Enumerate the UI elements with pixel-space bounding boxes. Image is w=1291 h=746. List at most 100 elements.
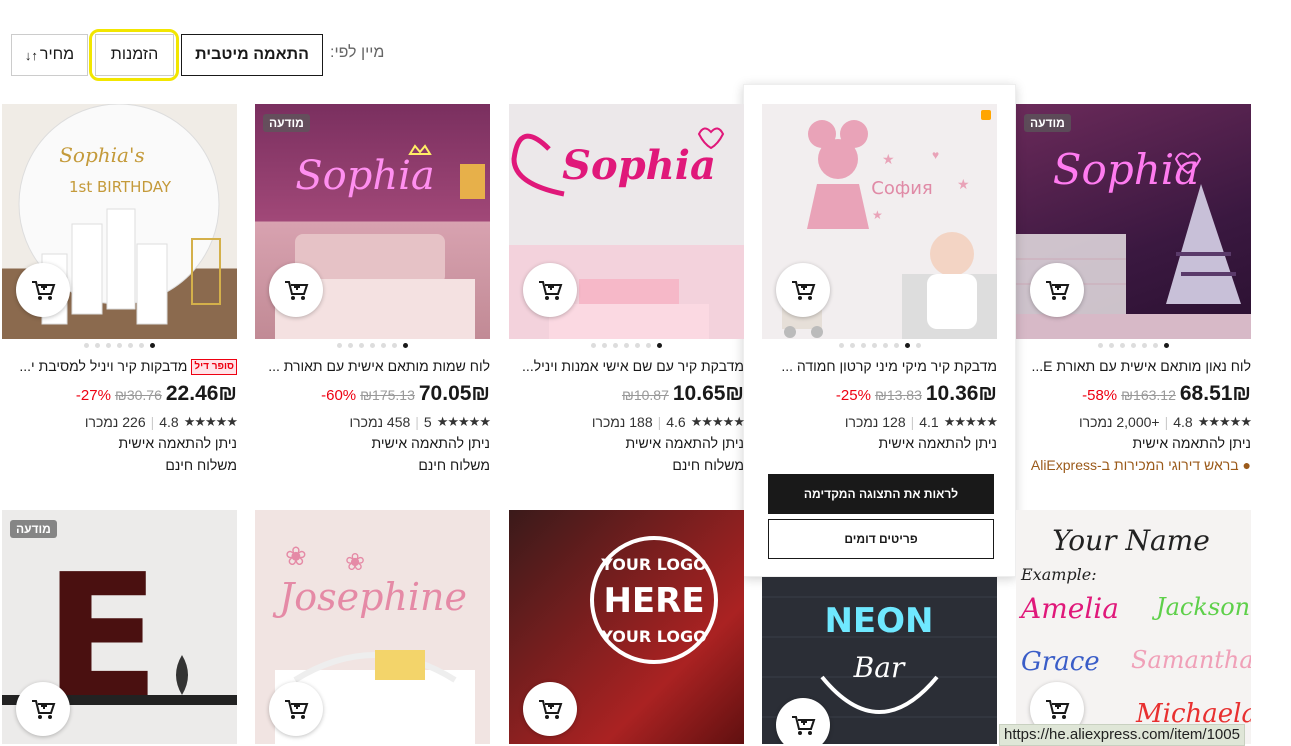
product-title[interactable]: מדבקת קיר עם שם אישי אמנות ויניל... (509, 356, 744, 376)
cart-plus-icon (539, 700, 563, 719)
cart-plus-icon (32, 281, 56, 300)
cart-plus-icon (285, 700, 309, 719)
product-image[interactable]: YOUR LOGO HERE YOUR LOGO (509, 510, 744, 744)
status-bar-url: https://he.aliexpress.com/item/1005 (999, 724, 1245, 746)
svg-text:Example:: Example: (1020, 565, 1097, 584)
product-image[interactable]: Sophia מודעה (1016, 104, 1251, 339)
product-image[interactable]: Sophia's 1st BIRTHDAY (2, 104, 237, 339)
cart-plus-icon (285, 281, 309, 300)
cart-plus-icon (792, 281, 816, 300)
svg-text:Sophia: Sophia (1053, 145, 1199, 194)
svg-text:Samantha: Samantha (1131, 646, 1251, 674)
product-price: 10.65₪ (672, 382, 744, 405)
product-image[interactable]: Josephine ❀ ❀ (255, 510, 490, 744)
sort-best-match-button[interactable]: התאמה מיטבית (181, 34, 323, 76)
ad-badge: מודעה (263, 114, 310, 132)
product-title[interactable]: לוח נאון מותאם אישית עם תאורת E... (1016, 356, 1251, 376)
cart-plus-icon (1046, 281, 1070, 300)
product-image[interactable]: E מודעה (2, 510, 237, 744)
sort-arrows-icon: ↑↓ (24, 47, 38, 63)
video-badge-icon (981, 110, 991, 120)
customizable-label: ניתן להתאמה אישית (878, 435, 997, 451)
flame-icon: ● (1242, 457, 1251, 473)
star-rating-icon: ★★★★★ (436, 414, 491, 429)
discount: 25%- (835, 387, 871, 404)
rating-value: 4.1 (919, 414, 939, 430)
svg-text:Bar: Bar (853, 651, 906, 684)
rating-value: 4.6 (666, 414, 686, 430)
cart-plus-icon (32, 700, 56, 719)
star-rating-icon: ★★★★★ (943, 414, 998, 429)
product-image[interactable]: Your Name Example: Amelia Jackson Grace … (1016, 510, 1251, 744)
svg-text:1st BIRTHDAY: 1st BIRTHDAY (69, 178, 172, 196)
add-to-cart-button[interactable] (523, 682, 577, 736)
customizable-label: ניתן להתאמה אישית (118, 435, 237, 451)
carousel-dots (509, 343, 744, 348)
add-to-cart-button[interactable] (776, 263, 830, 317)
svg-text:Sophia: Sophia (295, 153, 435, 199)
star-rating-icon: ★★★★★ (1197, 414, 1252, 429)
sort-best-match-label: התאמה מיטבית (195, 46, 309, 63)
carousel-dots (2, 343, 237, 348)
add-to-cart-button[interactable] (776, 698, 830, 744)
customizable-label: ניתן להתאמה אישית (625, 435, 744, 451)
svg-text:Sophia's: Sophia's (59, 143, 145, 167)
original-price: ₪10.87 (621, 387, 669, 403)
original-price: ₪13.83 (874, 387, 922, 403)
sort-by-label: מיין לפי: (330, 44, 385, 61)
product-image[interactable]: NEON Bar (762, 577, 997, 744)
product-price: 68.51₪ (1179, 382, 1251, 405)
customizable-label: ניתן להתאמה אישית (1132, 435, 1251, 451)
cart-plus-icon (1046, 700, 1070, 719)
svg-text:★: ★ (957, 176, 970, 192)
sold-count: 226 נמכרו (84, 414, 146, 430)
sort-orders-label: הזמנות (110, 46, 159, 63)
svg-text:София: София (871, 178, 933, 199)
add-to-cart-button[interactable] (269, 263, 323, 317)
add-to-cart-button[interactable] (1030, 263, 1084, 317)
add-to-cart-button[interactable] (269, 682, 323, 736)
svg-text:♥: ♥ (932, 148, 939, 162)
product-image[interactable]: Sophia (509, 104, 744, 339)
sort-price-label: מחיר (39, 46, 75, 63)
carousel-dots (255, 343, 490, 348)
sold-count: 128 נמכרו (844, 414, 906, 430)
top-selling-badge: ● בראש דירוגי המכירות ב-AliExpress (1030, 457, 1251, 473)
product-image[interactable]: София ★ ♥ ★ ★ (762, 104, 997, 339)
ad-badge: מודעה (1024, 114, 1071, 132)
svg-text:Josephine: Josephine (272, 575, 467, 619)
product-image[interactable]: Sophia מודעה (255, 104, 490, 339)
sort-orders-button[interactable]: הזמנות (95, 34, 174, 76)
sold-count: +2,000 נמכרו (1078, 414, 1160, 430)
discount: 60%- (321, 387, 357, 404)
product-title[interactable]: לוח שמות מותאם אישית עם תאורת ... (255, 356, 490, 376)
sold-count: 458 נמכרו (349, 414, 411, 430)
carousel-dots (1016, 343, 1251, 348)
add-to-cart-button[interactable] (523, 263, 577, 317)
svg-text:YOUR LOGO: YOUR LOGO (600, 555, 706, 574)
add-to-cart-button[interactable] (16, 682, 70, 736)
product-title[interactable]: מדבקת קיר מיקי מיני קרטון חמודה ... (762, 356, 997, 376)
preview-button[interactable]: לראות את התצוגה המקדימה (768, 474, 994, 514)
product-price: 22.46₪ (165, 382, 237, 405)
svg-text:Jackson: Jackson (1151, 593, 1250, 621)
sort-price-button[interactable]: מחיר ↑↓ (11, 34, 88, 76)
discount: 27%- (75, 387, 111, 404)
svg-text:Amelia: Amelia (1018, 592, 1119, 625)
cart-plus-icon (539, 281, 563, 300)
customizable-label: ניתן להתאמה אישית (371, 435, 490, 451)
product-title[interactable]: סופר דילמדבקות קיר ויניל למסיבת י... (2, 356, 237, 376)
svg-text:Grace: Grace (1021, 647, 1100, 677)
star-rating-icon: ★★★★★ (183, 414, 238, 429)
discount: 58%- (1082, 387, 1118, 404)
free-shipping-label: משלוח חינם (165, 457, 237, 473)
svg-text:❀: ❀ (345, 549, 365, 576)
svg-text:❀: ❀ (285, 541, 307, 571)
svg-text:★: ★ (882, 151, 895, 167)
add-to-cart-button[interactable] (16, 263, 70, 317)
original-price: ₪163.12 (1121, 387, 1176, 403)
svg-text:Your Name: Your Name (1052, 524, 1210, 557)
free-shipping-label: משלוח חינם (672, 457, 744, 473)
carousel-dots (762, 343, 997, 348)
similar-items-button[interactable]: פריטים דומים (768, 519, 994, 559)
